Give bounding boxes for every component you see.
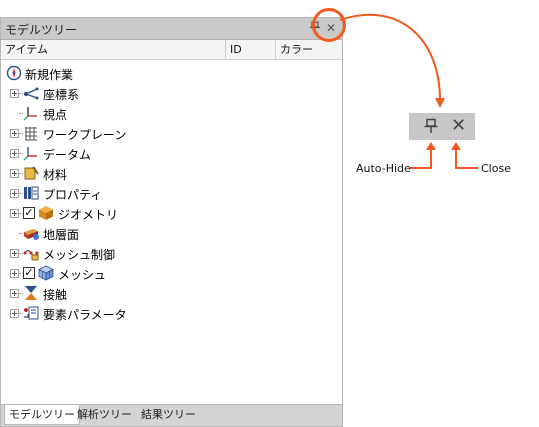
tree-tabs: モデルツリー 解析ツリー 結果ツリー (1, 404, 342, 426)
expand-toggle-icon[interactable] (10, 289, 19, 298)
tree-item-label: メッシュ (58, 268, 107, 282)
element-parameter-icon (23, 305, 39, 321)
tree-item-label: 要素パラメータ (43, 308, 127, 322)
property-icon (23, 185, 39, 201)
tree-item[interactable]: メッシュ制御 (1, 244, 342, 264)
compass-icon (6, 65, 22, 81)
datum-axes-icon (23, 145, 39, 161)
tree-item-label: ジオメトリ (58, 208, 119, 222)
tree-item[interactable]: ワークプレーン (1, 124, 342, 144)
expand-toggle-icon[interactable] (10, 89, 19, 98)
tree-item[interactable]: 視点 (1, 104, 342, 124)
tree-item-label: 材料 (43, 168, 68, 182)
close-icon-zoomed: ✕ (451, 115, 467, 136)
callout-highlight-circle (312, 8, 346, 42)
tree-item[interactable]: 座標系 (1, 84, 342, 104)
zoomed-titlebar-buttons: ✕ (409, 113, 475, 140)
tree-item[interactable]: 材料 (1, 164, 342, 184)
column-color[interactable]: カラー (276, 40, 342, 59)
model-tree-panel: モデルツリー ✕ アイテム ID カラー 新規作業 座標系視点ワークプレーン デー… (0, 17, 343, 427)
close-annotation: Close (481, 162, 511, 175)
expand-toggle-icon[interactable] (10, 309, 19, 318)
tree-item[interactable]: 要素パラメータ (1, 304, 342, 324)
pin-icon-zoomed (423, 118, 439, 134)
contact-icon (23, 285, 39, 301)
tree-view: 新規作業 座標系視点ワークプレーン データム材料プロパティ ✓ ジオメトリ地層面メッシ… (1, 60, 342, 404)
viewpoint-icon (23, 105, 39, 121)
ground-surface-icon (23, 225, 39, 241)
material-icon (23, 165, 39, 181)
expand-toggle-icon[interactable] (10, 269, 19, 278)
tree-item-label: 視点 (43, 108, 68, 122)
tree-item-label: 座標系 (43, 88, 80, 102)
visibility-checkbox[interactable]: ✓ (23, 267, 35, 279)
tree-item[interactable]: ✓ ジオメトリ (1, 204, 342, 224)
expand-toggle-icon[interactable] (10, 209, 19, 218)
tree-root-label: 新規作業 (25, 68, 74, 82)
panel-title: モデルツリー (5, 23, 78, 37)
expand-toggle-icon[interactable] (10, 169, 19, 178)
geometry-box-icon (38, 205, 54, 221)
column-id[interactable]: ID (226, 40, 276, 59)
column-header: アイテム ID カラー (1, 40, 342, 60)
workplane-grid-icon (23, 125, 39, 141)
tree-item[interactable]: 接触 (1, 284, 342, 304)
expand-toggle-icon[interactable] (10, 189, 19, 198)
coordinate-system-icon (23, 85, 39, 101)
panel-titlebar[interactable]: モデルツリー ✕ (1, 18, 342, 40)
tab-result-tree[interactable]: 結果ツリー (137, 405, 200, 425)
tree-item[interactable]: データム (1, 144, 342, 164)
tree-item[interactable]: プロパティ (1, 184, 342, 204)
tree-root[interactable]: 新規作業 (1, 64, 342, 84)
tree-item-label: ワークプレーン (43, 128, 127, 142)
tree-item-label: 地層面 (43, 228, 80, 242)
tree-item[interactable]: ✓ メッシュ (1, 264, 342, 284)
expand-toggle-icon[interactable] (10, 129, 19, 138)
expand-toggle-icon[interactable] (10, 249, 19, 258)
tree-item[interactable]: 地層面 (1, 224, 342, 244)
expand-toggle-icon[interactable] (10, 149, 19, 158)
mesh-icon (38, 265, 54, 281)
visibility-checkbox[interactable]: ✓ (23, 207, 35, 219)
tree-item-label: メッシュ制御 (43, 248, 116, 262)
mesh-control-icon (23, 245, 39, 261)
column-item[interactable]: アイテム (1, 40, 226, 59)
tree-item-label: データム (43, 148, 92, 162)
tab-model-tree[interactable]: モデルツリー (4, 405, 80, 425)
tree-item-label: 接触 (43, 288, 68, 302)
tab-analysis-tree[interactable]: 解析ツリー (73, 405, 136, 425)
tree-item-label: プロパティ (43, 188, 103, 202)
auto-hide-annotation: Auto-Hide (356, 162, 411, 175)
